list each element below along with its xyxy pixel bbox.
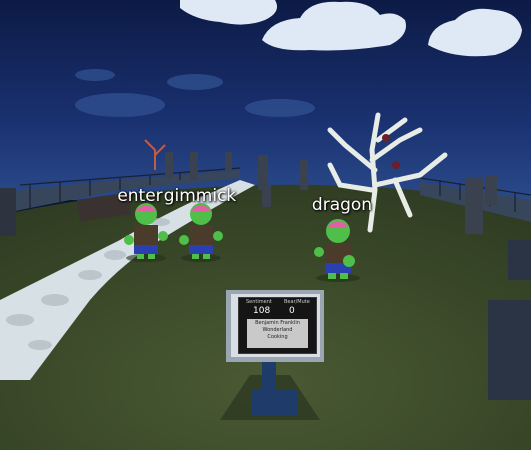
- sign-value-b: 0: [289, 306, 295, 316]
- sign-line: Cooking: [267, 334, 288, 340]
- game-viewport[interactable]: enter gimmick dragon Sentiment Bear/Mute…: [0, 0, 531, 450]
- player-nametag-enter: enter: [117, 186, 163, 206]
- sign-label-b: Bear/Mute: [284, 299, 310, 305]
- sign-line: Wonderland: [262, 327, 293, 333]
- graveyard-scene: [0, 0, 531, 450]
- info-sign-screen[interactable]: Sentiment Bear/Mute 108 0 Benjamin Frank…: [238, 297, 317, 354]
- player-nametag-dragon: dragon: [311, 195, 373, 215]
- left-gravestone: [0, 188, 16, 236]
- sign-line: Benjamin Franklin: [255, 320, 300, 326]
- sign-label-a: Sentiment: [246, 299, 272, 305]
- player-nametag-gimmick: gimmick: [163, 186, 237, 206]
- sign-value-a: 108: [253, 306, 271, 316]
- right-gravestone-front: [488, 300, 531, 400]
- sign-text-panel: Benjamin Franklin Wonderland Cooking: [247, 319, 308, 348]
- right-gravestone-small: [508, 240, 531, 280]
